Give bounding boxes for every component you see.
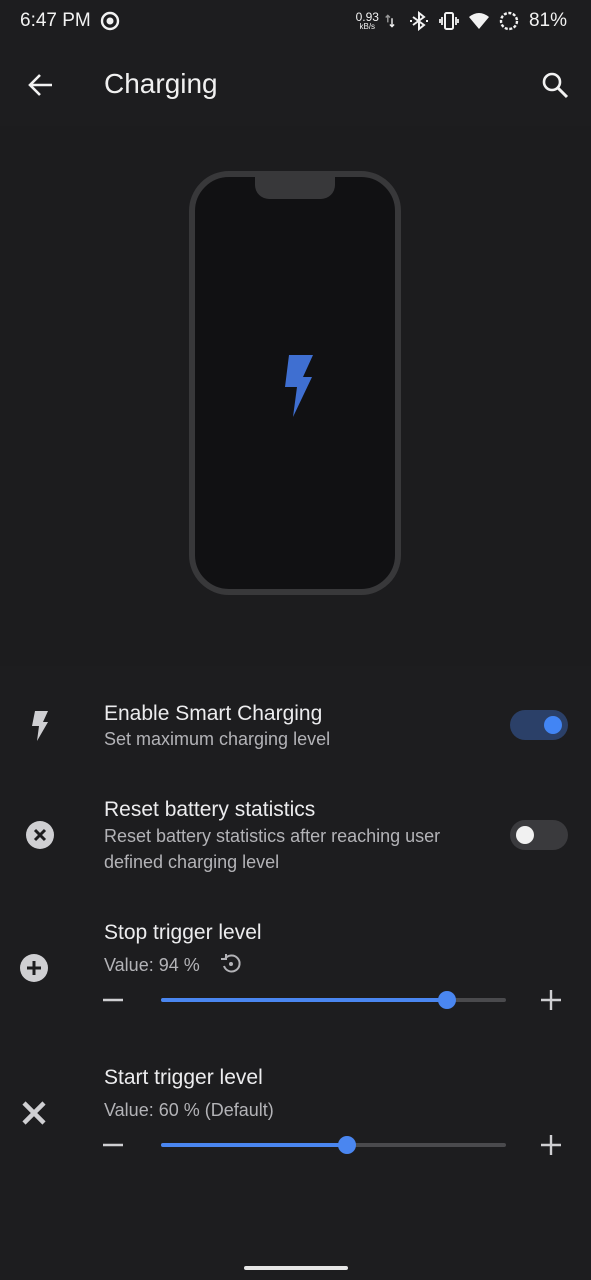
smart-charging-title: Enable Smart Charging — [104, 702, 323, 725]
start-trigger-row: Start trigger level Value: 60 % (Default… — [0, 1060, 591, 1170]
wifi-icon — [468, 13, 489, 29]
page-title: Charging — [104, 68, 218, 99]
reset-stats-title: Reset battery statistics — [104, 798, 316, 821]
smart-charging-row[interactable]: Enable Smart Charging Set maximum chargi… — [0, 690, 591, 770]
status-time: 6:47 PM — [20, 10, 91, 31]
battery-saver-ring-icon — [499, 11, 519, 31]
smart-charging-switch[interactable] — [510, 710, 568, 740]
app-bar: Charging — [0, 44, 591, 126]
switch-knob — [544, 716, 562, 734]
plus-circle-icon — [18, 952, 50, 984]
lightning-bolt-icon — [285, 355, 313, 417]
status-icons: 0.93 kB/s 81% — [356, 10, 567, 32]
network-speed-unit: kB/s — [359, 22, 376, 31]
data-transfer-icon — [385, 14, 395, 28]
stop-trigger-row: Stop trigger level Value: 94 % — [0, 915, 591, 1025]
phone-illustration — [189, 171, 401, 595]
battery-percent: 81% — [528, 10, 567, 31]
plus-icon[interactable] — [538, 1132, 564, 1158]
restore-icon[interactable] — [220, 953, 242, 975]
start-trigger-value: Value: 60 % (Default) — [104, 1100, 274, 1120]
start-trigger-title: Start trigger level — [104, 1066, 263, 1089]
reset-stats-row[interactable]: Reset battery statistics Reset battery s… — [0, 790, 591, 890]
minus-icon[interactable] — [100, 1132, 126, 1158]
screen-record-icon — [100, 11, 120, 31]
smart-charging-summary: Set maximum charging level — [104, 729, 331, 749]
flash-icon — [24, 710, 56, 742]
gesture-nav-handle[interactable] — [244, 1266, 348, 1270]
network-speed: 0.93 kB/s — [356, 11, 379, 31]
vibrate-icon — [439, 12, 459, 30]
slider-fill — [161, 1143, 348, 1147]
stop-trigger-slider[interactable] — [161, 991, 506, 1009]
switch-knob — [516, 826, 534, 844]
stop-trigger-title: Stop trigger level — [104, 921, 262, 944]
close-circle-icon — [24, 819, 56, 851]
phone-notch — [255, 175, 335, 199]
slider-thumb[interactable] — [438, 991, 457, 1009]
slider-fill — [161, 998, 448, 1002]
charging-illustration — [0, 126, 591, 666]
start-trigger-slider[interactable] — [161, 1136, 506, 1154]
bluetooth-icon — [409, 11, 428, 31]
search-icon[interactable] — [540, 70, 570, 100]
stop-trigger-value: Value: 94 % — [104, 955, 200, 975]
status-bar: 6:47 PM 0.93 kB/s 81% — [0, 0, 591, 44]
reset-stats-summary: Reset battery statistics after reaching … — [104, 826, 441, 872]
minus-icon[interactable] — [100, 987, 126, 1013]
close-icon — [18, 1097, 50, 1129]
arrow-left-icon[interactable] — [26, 70, 56, 100]
slider-thumb[interactable] — [338, 1136, 357, 1154]
reset-stats-switch[interactable] — [510, 820, 568, 850]
plus-icon[interactable] — [538, 987, 564, 1013]
